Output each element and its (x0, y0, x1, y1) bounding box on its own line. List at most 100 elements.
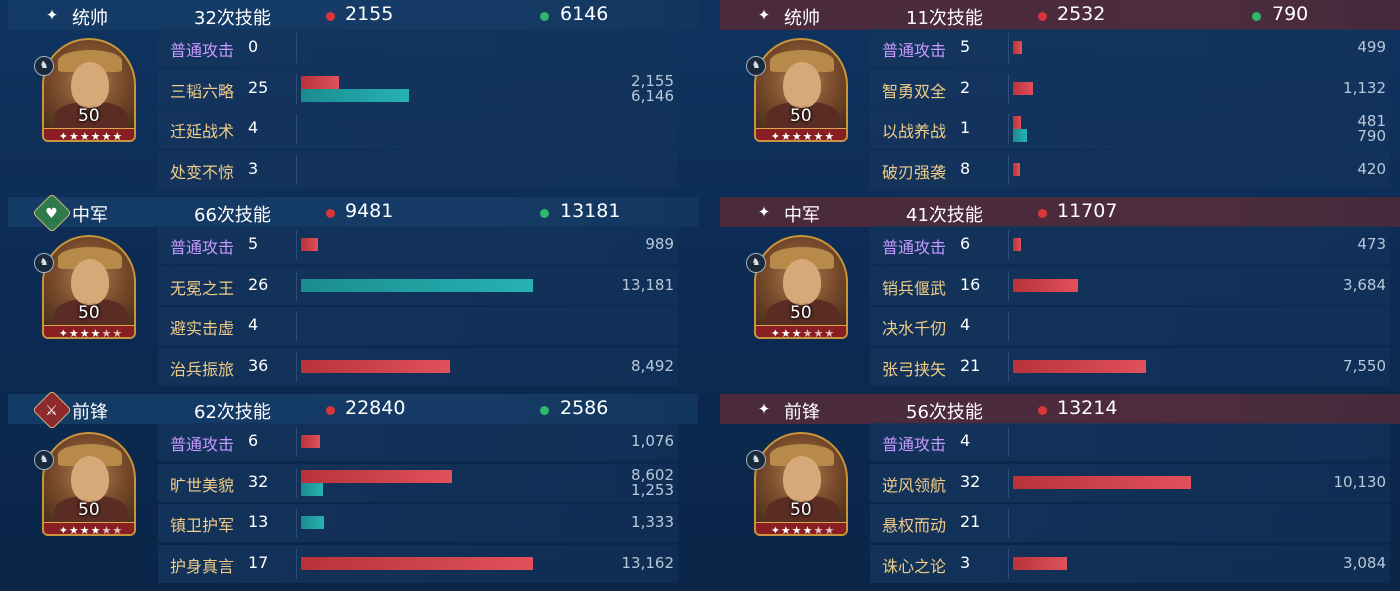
commander-group: ✦ 统帅 32次技能 2155 6146 50 ✦★★★★★ ♞ 普通攻击 0 三韬六略 25 2,15… (8, 0, 698, 197)
center-header: ♥ 中军 66次技能 9481 13181 (8, 193, 698, 233)
skill-name: 破刃强袭 (882, 163, 947, 182)
skill-name: 以战养战 (882, 122, 947, 141)
skill-row[interactable]: 以战养战 1 481 790 (870, 110, 1398, 148)
hero-level: 50 (78, 106, 100, 126)
heal-bar (301, 516, 325, 529)
hero-portrait[interactable]: 50 ✦★★★★★ ♞ (746, 235, 848, 345)
basic-attack-row[interactable]: 普通攻击 0 (158, 29, 686, 67)
damage-value: 989 (645, 235, 674, 253)
skill-row[interactable]: 无冕之王 26 13,181 (158, 267, 686, 305)
skill-count: 36 (248, 356, 269, 375)
skill-row[interactable]: 治兵振旅 36 8,492 (158, 348, 686, 386)
skill-count: 4 (960, 315, 971, 334)
damage-value: 420 (1357, 160, 1386, 178)
skill-row[interactable]: 决水千仞 4 (870, 307, 1398, 345)
skill-row-background (158, 110, 678, 148)
damage-dot-icon (1038, 406, 1047, 415)
skill-divider (1008, 549, 1009, 579)
mount-icon: ♞ (34, 56, 54, 76)
hero-portrait[interactable]: 50 ✦★★★★★ ♞ (746, 38, 848, 148)
skill-row-background (158, 70, 678, 108)
basic-attack-row[interactable]: 普通攻击 4 (870, 423, 1398, 461)
skill-count: 4 (248, 315, 259, 334)
sparkle-icon: ✦ (757, 400, 771, 418)
skill-count: 4 (248, 118, 259, 137)
damage-bar (1013, 279, 1078, 292)
damage-bar (1013, 163, 1021, 176)
skill-row[interactable]: 逆风领航 32 10,130 (870, 464, 1398, 502)
basic-attack-row[interactable]: 普通攻击 5 499 (870, 29, 1398, 67)
damage-bar (301, 470, 453, 483)
hero-portrait[interactable]: 50 ✦★★★★★ ♞ (746, 432, 848, 542)
hero-stars: ✦★★★★★ (756, 128, 846, 140)
damage-dot-icon (326, 12, 335, 21)
damage-bar (301, 435, 321, 448)
skill-count: 5 (960, 37, 971, 56)
sparkle-icon: ✦ (757, 203, 771, 221)
skill-divider (1008, 271, 1009, 301)
mount-icon: ♞ (34, 253, 54, 273)
skill-row[interactable]: 智勇双全 2 1,132 (870, 70, 1398, 108)
skill-name: 镇卫护军 (170, 516, 235, 535)
skill-row[interactable]: 护身真言 17 13,162 (158, 545, 686, 583)
skill-row[interactable]: 镇卫护军 13 1,333 (158, 504, 686, 542)
skill-count: 1 (960, 118, 971, 137)
skill-row-background (158, 151, 678, 189)
hero-face (71, 259, 109, 305)
skill-count: 4 (960, 431, 971, 450)
skill-row[interactable]: 处变不惊 3 (158, 151, 686, 189)
hero-face (783, 259, 821, 305)
skill-divider (1008, 311, 1009, 341)
basic-attack-row[interactable]: 普通攻击 5 989 (158, 226, 686, 264)
center-group: ♥ 中军 66次技能 9481 13181 50 ✦★★★★★ ♞ 普通攻击 5 989 无冕之王 26… (8, 193, 698, 394)
hero-stars: ✦★★★★★ (44, 128, 134, 140)
damage-bar (1013, 238, 1022, 251)
damage-bar (1013, 116, 1022, 129)
skill-row[interactable]: 破刃强袭 8 420 (870, 151, 1398, 189)
hero-portrait[interactable]: 50 ✦★★★★★ ♞ (34, 38, 136, 148)
skill-row-background (870, 423, 1390, 461)
hero-face (783, 62, 821, 108)
skill-count: 6 (960, 234, 971, 253)
skill-name: 决水千仞 (882, 319, 947, 338)
skill-divider (296, 74, 297, 104)
heal-dot-icon (540, 209, 549, 218)
skill-name: 迁延战术 (170, 122, 235, 141)
skill-count: 2 (960, 78, 971, 97)
hero-portrait[interactable]: 50 ✦★★★★★ ♞ (34, 235, 136, 345)
mount-icon: ♞ (746, 450, 766, 470)
commander-header: ✦ 统帅 11次技能 2532 790 (720, 0, 1400, 30)
mount-icon: ♞ (746, 56, 766, 76)
skill-divider (296, 271, 297, 301)
skill-row[interactable]: 悬权而动 21 (870, 504, 1398, 542)
skill-divider (296, 468, 297, 498)
mount-icon: ♞ (34, 450, 54, 470)
damage-bar (1013, 476, 1192, 489)
commander-header: ✦ 统帅 32次技能 2155 6146 (8, 0, 698, 30)
skill-row-background (158, 29, 678, 67)
hero-portrait[interactable]: 50 ✦★★★★★ ♞ (34, 432, 136, 542)
skill-row[interactable]: 避实击虚 4 (158, 307, 686, 345)
skill-row-background (870, 110, 1390, 148)
skill-row[interactable]: 诛心之论 3 3,084 (870, 545, 1398, 583)
hero-stars: ✦★★★★★ (756, 325, 846, 337)
hero-stars: ✦★★★★★ (756, 522, 846, 534)
skill-name: 张弓挟矢 (882, 360, 947, 379)
heal-value: 6,146 (631, 87, 674, 105)
skill-row[interactable]: 旷世美貌 32 8,602 1,253 (158, 464, 686, 502)
skill-cast-count: 32次技能 (194, 8, 271, 29)
basic-attack-row[interactable]: 普通攻击 6 1,076 (158, 423, 686, 461)
damage-total: 11707 (1057, 200, 1118, 222)
role-label: 统帅 (72, 8, 108, 29)
skill-row[interactable]: 迁延战术 4 (158, 110, 686, 148)
role-label: 中军 (784, 205, 820, 226)
skill-name: 旷世美貌 (170, 476, 235, 495)
damage-bar (301, 238, 319, 251)
skill-row-background (870, 226, 1390, 264)
basic-attack-row[interactable]: 普通攻击 6 473 (870, 226, 1398, 264)
skill-row[interactable]: 张弓挟矢 21 7,550 (870, 348, 1398, 386)
skill-divider (1008, 427, 1009, 457)
hero-level: 50 (78, 500, 100, 520)
skill-row[interactable]: 销兵偃武 16 3,684 (870, 267, 1398, 305)
skill-row[interactable]: 三韬六略 25 2,155 6,146 (158, 70, 686, 108)
